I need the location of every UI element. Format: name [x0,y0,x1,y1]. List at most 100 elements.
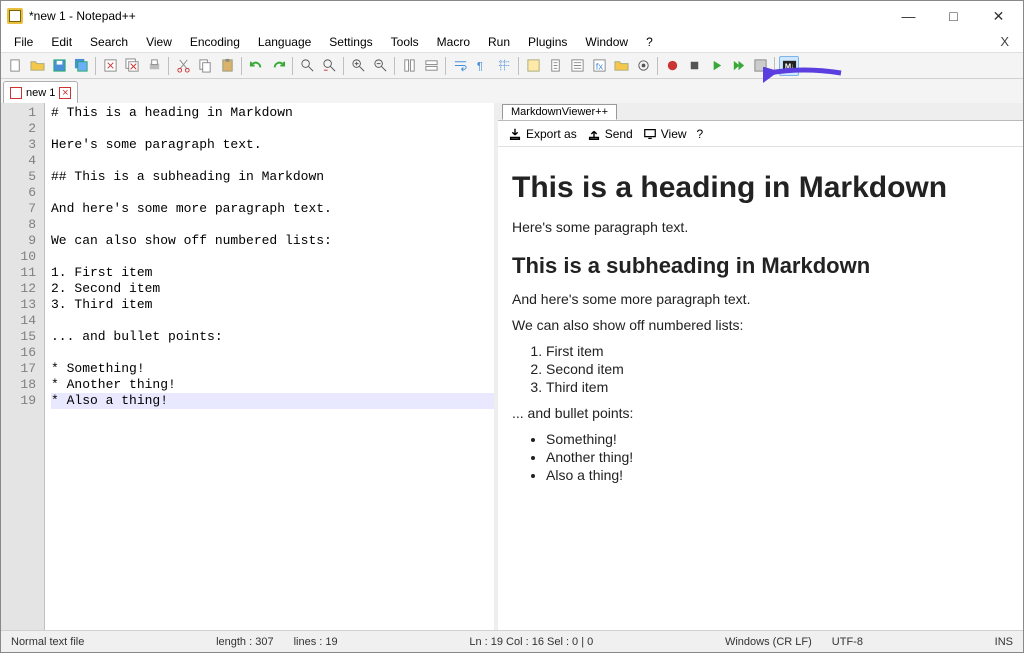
menu-settings[interactable]: Settings [320,33,381,51]
code-line[interactable] [51,249,494,265]
macro-play-multi-icon[interactable] [728,56,748,76]
preview-view-button[interactable]: View [643,127,687,141]
code-line[interactable]: * Another thing! [51,377,494,393]
tab-close-icon[interactable]: × [59,87,71,99]
macro-play-icon[interactable] [706,56,726,76]
titlebar: *new 1 - Notepad++ — □ ✕ [1,1,1023,31]
menu-macro[interactable]: Macro [428,33,479,51]
code-line[interactable]: 1. First item [51,265,494,281]
gutter-number: 18 [1,377,36,393]
gutter-number: 8 [1,217,36,233]
code-line[interactable]: * Something! [51,361,494,377]
menu-view[interactable]: View [137,33,181,51]
macro-stop-icon[interactable] [684,56,704,76]
wordwrap-icon[interactable] [450,56,470,76]
code-line[interactable]: We can also show off numbered lists: [51,233,494,249]
menu-edit[interactable]: Edit [42,33,81,51]
close-button[interactable]: ✕ [976,2,1021,31]
code-line[interactable]: # This is a heading in Markdown [51,105,494,121]
file-tabbar: new 1 × [1,79,1023,103]
preview-paragraph: And here's some more paragraph text. [512,291,1009,307]
save-icon[interactable] [49,56,69,76]
show-all-chars-icon[interactable]: ¶ [472,56,492,76]
status-filetype: Normal text file [1,636,94,648]
code-line[interactable] [51,185,494,201]
zoom-out-icon[interactable] [370,56,390,76]
menubar-x[interactable]: X [990,34,1019,49]
save-all-icon[interactable] [71,56,91,76]
function-list-icon[interactable]: fx [589,56,609,76]
preview-help-button[interactable]: ? [697,127,704,141]
code-line[interactable]: 2. Second item [51,281,494,297]
gutter-number: 1 [1,105,36,121]
menu-help[interactable]: ? [637,33,662,51]
redo-icon[interactable] [268,56,288,76]
status-length: length : 307 [206,636,284,648]
list-item: Another thing! [546,449,1009,465]
sync-vscroll-icon[interactable] [399,56,419,76]
menu-encoding[interactable]: Encoding [181,33,249,51]
zoom-in-icon[interactable] [348,56,368,76]
code-line[interactable] [51,313,494,329]
preview-pane: MarkdownViewer++ Export as Send View ? [498,103,1023,630]
list-item: Third item [546,379,1009,395]
code-line[interactable]: Here's some paragraph text. [51,137,494,153]
find-icon[interactable] [297,56,317,76]
menu-run[interactable]: Run [479,33,519,51]
gutter-number: 6 [1,185,36,201]
code-line[interactable]: And here's some more paragraph text. [51,201,494,217]
macro-record-icon[interactable] [662,56,682,76]
code-line[interactable]: ... and bullet points: [51,329,494,345]
copy-icon[interactable] [195,56,215,76]
minimize-button[interactable]: — [886,2,931,31]
code-line[interactable]: 3. Third item [51,297,494,313]
menu-window[interactable]: Window [576,33,637,51]
editor-body[interactable]: 12345678910111213141516171819 # This is … [1,103,494,630]
editor-code-area[interactable]: # This is a heading in Markdown Here's so… [45,103,494,630]
toolbar-separator [343,57,344,75]
code-line[interactable] [51,153,494,169]
replace-icon[interactable] [319,56,339,76]
preview-send-button[interactable]: Send [587,127,633,141]
menu-plugins[interactable]: Plugins [519,33,576,51]
doc-list-icon[interactable] [567,56,587,76]
preview-panel-title[interactable]: MarkdownViewer++ [502,104,617,120]
print-icon[interactable] [144,56,164,76]
undo-icon[interactable] [246,56,266,76]
monitoring-icon[interactable] [633,56,653,76]
menu-tools[interactable]: Tools [382,33,428,51]
close-file-icon[interactable] [100,56,120,76]
file-tab-active[interactable]: new 1 × [3,81,78,103]
code-line[interactable] [51,217,494,233]
code-line[interactable] [51,121,494,137]
gutter-number: 16 [1,345,36,361]
svg-text:¶: ¶ [476,60,482,72]
doc-map-icon[interactable] [545,56,565,76]
preview-export-button[interactable]: Export as [508,127,577,141]
close-all-icon[interactable] [122,56,142,76]
indent-guide-icon[interactable] [494,56,514,76]
maximize-button[interactable]: □ [931,2,976,31]
new-file-icon[interactable] [5,56,25,76]
menu-file[interactable]: File [5,33,42,51]
paste-icon[interactable] [217,56,237,76]
menu-search[interactable]: Search [81,33,137,51]
sync-hscroll-icon[interactable] [421,56,441,76]
menu-language[interactable]: Language [249,33,320,51]
cut-icon[interactable] [173,56,193,76]
file-tab-label: new 1 [26,87,55,99]
open-file-icon[interactable] [27,56,47,76]
code-line[interactable]: ## This is a subheading in Markdown [51,169,494,185]
folder-workspace-icon[interactable] [611,56,631,76]
status-eol: Windows (CR LF) [715,636,822,648]
language-udl-icon[interactable] [523,56,543,76]
gutter-number: 13 [1,297,36,313]
preview-toolbar: Export as Send View ? [498,121,1023,147]
markdown-viewer-icon[interactable]: M↓ [779,56,799,76]
macro-save-icon[interactable] [750,56,770,76]
code-line[interactable] [51,345,494,361]
status-encoding: UTF-8 [822,636,873,648]
gutter-number: 2 [1,121,36,137]
code-line[interactable]: * Also a thing! [51,393,494,409]
toolbar-separator [394,57,395,75]
